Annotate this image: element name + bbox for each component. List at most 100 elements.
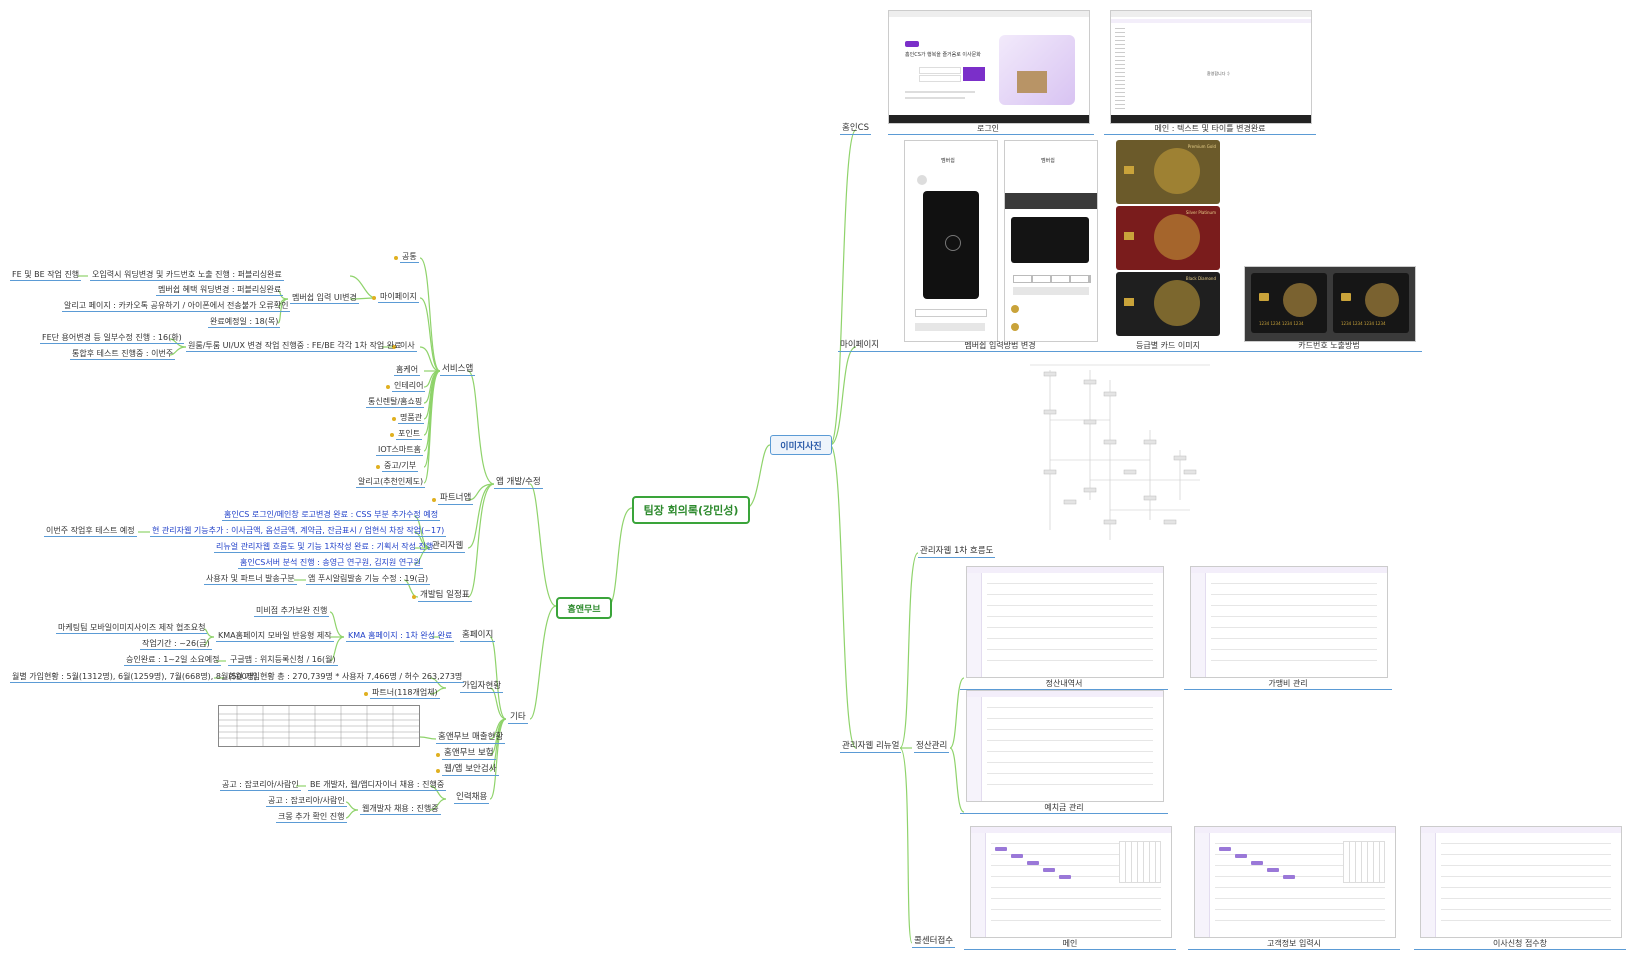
admin-item-renewal-flow[interactable]: 리뉴얼 관리자웹 흐름도 및 기능 1차작성 완료 : 기획서 작성 진행 xyxy=(214,541,436,553)
service-item[interactable]: 통신렌탈/홈쇼핑 xyxy=(366,396,425,408)
service-item[interactable]: 명품관 xyxy=(398,412,425,424)
move-item-ui-change[interactable]: 원룸/투룸 UI/UX 변경 작업 진행중 : FE/BE 각각 1차 작업 완… xyxy=(186,340,404,352)
caption-main: 메인 : 텍스트 및 타이틀 변경완료 xyxy=(1154,124,1266,133)
signup-item-monthly[interactable]: 월별 가입현황 : 5월(1312명), 6월(1259명), 7월(668명)… xyxy=(10,671,260,683)
mypage-item-due-date[interactable]: 완료예정일 : 18(목) xyxy=(208,316,281,328)
login-button[interactable] xyxy=(963,67,985,81)
homepage-item-googlemap[interactable]: 구글맵 : 위치등록신청 / 16(월) xyxy=(228,654,338,666)
homepage-item-period[interactable]: 작업기간 : ~26(금) xyxy=(140,638,212,650)
hiring-item-posting-2[interactable]: 공고 : 잡코리아/사람인 xyxy=(266,795,347,807)
card-number-text: 1234 1234 1234 1234 xyxy=(1259,321,1304,326)
caption-underline xyxy=(960,813,1168,814)
topic-homein-cs[interactable]: 홈인CS xyxy=(840,123,871,135)
service-item[interactable]: 인테리어 xyxy=(392,380,426,392)
homepage-item-kma[interactable]: KMA 홈페이지 : 1차 완성 완료 xyxy=(346,630,455,642)
homepage-item-mobile[interactable]: KMA홈페이지 모바일 반응형 제작 xyxy=(216,630,334,642)
hiring-item-posting-1[interactable]: 공고 : 잡코리아/사람인 xyxy=(220,779,301,791)
topic-insurance[interactable]: 홈앤무브 보험 xyxy=(442,748,496,760)
topic-admin-web[interactable]: 관리자웹 xyxy=(430,541,466,553)
homepage-item-marketing-request[interactable]: 마케팅팀 모바일이미지사이즈 제작 협조요청 xyxy=(56,622,208,634)
mypage-item-fe-be[interactable]: FE 및 BE 작업 진행 xyxy=(10,269,82,281)
topic-dev-schedule[interactable]: 개발팀 일정표 xyxy=(418,590,472,602)
caption-login: 로그인 xyxy=(976,124,1000,133)
admin-screenshot[interactable] xyxy=(970,826,1172,938)
card-grade-name: Black Diamond xyxy=(1185,276,1216,281)
topic-mypage[interactable]: 마이페이지 xyxy=(378,291,419,303)
caption-grade-cards: 등급별 카드 이미지 xyxy=(1136,341,1200,350)
mypage-item-membership-ui[interactable]: 멤버쉽 입력 UI변경 xyxy=(290,292,359,304)
caption-admin-screenshot: 가맹비 관리 xyxy=(1268,679,1308,688)
admin-item-server-analysis[interactable]: 홈인CS서버 분석 진행 : 송영근 연구원, 김지원 연구원 xyxy=(238,557,423,569)
service-item[interactable]: 홈케어 xyxy=(394,364,421,376)
branch-images[interactable]: 이미지사진 xyxy=(770,435,832,455)
schedule-item-push[interactable]: 앱 푸시알림발송 기능 수정 : 19(금) xyxy=(306,573,431,585)
admin-screenshot[interactable] xyxy=(1420,826,1622,938)
caption-underline xyxy=(1414,949,1626,950)
homepage-item-supplement[interactable]: 미비점 추가보완 진행 xyxy=(254,605,330,617)
topic-common[interactable]: 공통 xyxy=(400,251,419,263)
caption-underline xyxy=(880,351,1110,352)
service-item[interactable]: 알리고(추천인제도) xyxy=(356,476,426,488)
main-welcome-text: 환영합니다 :) xyxy=(1207,71,1230,76)
topic-signup-status[interactable]: 가입자현황 xyxy=(460,681,504,693)
caption-admin-screenshot: 고객정보 입력시 xyxy=(1266,939,1322,948)
caption-admin-screenshot: 메인 xyxy=(1062,939,1078,948)
admin-screenshot[interactable] xyxy=(1190,566,1388,678)
admin-screenshot[interactable] xyxy=(966,690,1164,802)
card-number-display[interactable]: 1234 1234 1234 1234 1234 1234 1234 1234 xyxy=(1244,266,1416,342)
card-chip-icon xyxy=(1124,298,1134,306)
admin-item-logo-change[interactable]: 홈인CS 로그인/메인창 로고변경 완료 : CSS 부분 추가수정 예정 xyxy=(222,509,441,521)
membership-phone-2[interactable]: 멤버쉽 xyxy=(1004,140,1098,342)
hiring-item-webdev[interactable]: 웹개발자 채용 : 진행중 xyxy=(360,803,441,815)
admin-screenshot[interactable] xyxy=(966,566,1164,678)
topic-admin-renewal[interactable]: 관리자웹 리뉴얼 xyxy=(840,741,902,753)
mypage-item-card-wording[interactable]: 오입력시 워딩변경 및 카드번호 노출 진행 : 퍼블리싱완료 xyxy=(90,269,284,281)
caption-underline xyxy=(1188,949,1400,950)
topic-sales-status[interactable]: 홈앤무브 매출현황 xyxy=(436,732,506,744)
topic-homepage[interactable]: 홈페이지 xyxy=(460,630,496,642)
marker-dot xyxy=(436,753,440,757)
move-item-integration-test[interactable]: 통합후 테스트 진행중 : 이번주 xyxy=(70,348,176,360)
card-seal-icon xyxy=(1154,148,1200,194)
grade-card-stack[interactable]: Premium Gold Silver Platinum Black Diamond xyxy=(1116,140,1222,340)
service-item[interactable]: IOT스마트홈 xyxy=(376,444,423,456)
login-screenshot[interactable]: 홈인CS가 행복을 즐거움로 이사문화 xyxy=(888,10,1090,124)
topic-app-dev[interactable]: 앱 개발/수정 xyxy=(494,477,543,489)
topic-mypage-images[interactable]: 마이페이지 xyxy=(838,340,882,352)
hiring-item-kmong[interactable]: 크몽 추가 확인 진행 xyxy=(276,811,347,823)
homepage-item-approval[interactable]: 승인완료 : 1~2일 소요예정 xyxy=(124,654,222,666)
root-topic[interactable]: 팀장 회의록(강민성) xyxy=(632,496,750,524)
caption-membership: 멤버쉽 입력방법 변경 xyxy=(964,341,1036,350)
admin-item-test-plan[interactable]: 이번주 작업후 테스트 예정 xyxy=(44,525,137,537)
caption-underline xyxy=(1110,351,1240,352)
mypage-item-benefit-wording[interactable]: 멤버쉽 혜택 워딩변경 : 퍼블리싱완료 xyxy=(156,284,284,296)
main-screenshot[interactable]: 환영합니다 :) xyxy=(1110,10,1312,124)
topic-service-app[interactable]: 서비스앱 xyxy=(440,364,476,376)
caption-admin-screenshot: 정산내역서 xyxy=(1045,679,1083,688)
admin-screenshot[interactable] xyxy=(1194,826,1396,938)
membership-phone-1[interactable]: 멤버쉽 xyxy=(904,140,998,342)
marker-dot xyxy=(364,692,368,696)
marker-dot xyxy=(392,417,396,421)
service-item[interactable]: 중고/기부 xyxy=(382,460,419,472)
topic-hiring[interactable]: 인력채용 xyxy=(454,792,490,804)
topic-admin-flow[interactable]: 관리자웹 1차 흐름도 xyxy=(918,546,996,558)
topic-partner-app[interactable]: 파트너앱 xyxy=(438,493,474,505)
grade-card: Silver Platinum xyxy=(1116,206,1220,270)
mypage-item-aligo-page[interactable]: 알리고 페이지 : 카카오톡 공유하기 / 아이폰에서 전송불가 오류확인 xyxy=(62,300,291,312)
card-grade-name: Silver Platinum xyxy=(1185,210,1216,215)
hiring-item-be-designer[interactable]: BE 개발자, 웹/앱디자이너 채용 : 진행중 xyxy=(308,779,447,791)
schedule-item-push-split[interactable]: 사용자 및 파트너 발송구분 xyxy=(204,573,297,585)
signup-item-partner[interactable]: 파트너(118개업체) xyxy=(370,687,440,699)
move-item-fe-term[interactable]: FE단 용어변경 등 일부수정 진행 : 16(화) xyxy=(40,332,184,344)
marker-dot xyxy=(376,465,380,469)
service-item[interactable]: 포인트 xyxy=(396,428,423,440)
signup-item-total[interactable]: 회원 가입현황 총 : 270,739명 * 사용자 7,466명 / 허수 2… xyxy=(226,671,465,683)
topic-settlement[interactable]: 정산관리 xyxy=(914,741,950,753)
admin-item-feature-add[interactable]: 현 관리자웹 기능추가 : 이사금액, 옵션금액, 계약금, 잔금표시 / 업현… xyxy=(150,525,447,537)
topic-security-check[interactable]: 웹/앱 보안검사 xyxy=(442,764,499,776)
branch-homeandmove[interactable]: 홈앤무브 xyxy=(556,597,612,619)
topic-etc[interactable]: 기타 xyxy=(508,712,528,724)
mindmap-connectors xyxy=(78,129,1210,944)
topic-callcenter[interactable]: 콜센터접수 xyxy=(912,936,956,948)
